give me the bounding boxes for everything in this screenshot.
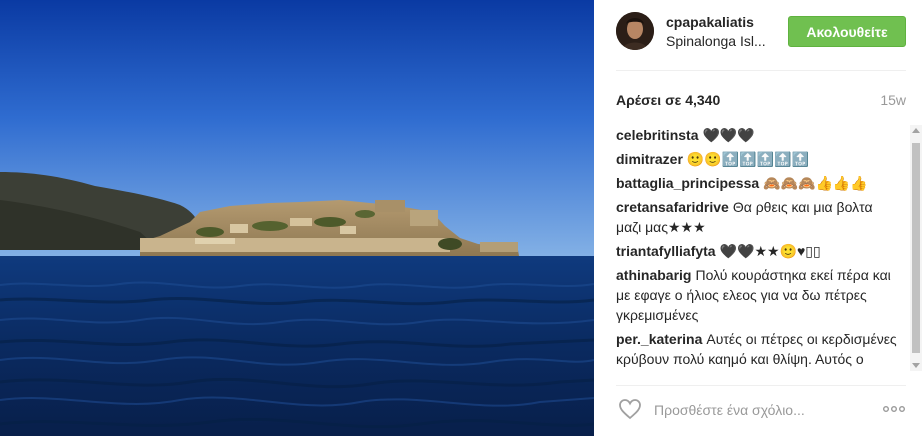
more-options-button[interactable] (882, 402, 906, 414)
post-photo[interactable] (0, 0, 594, 436)
comment-user[interactable]: celebritinsta (616, 127, 698, 143)
comment-item: battaglia_principessa 🙈🙈🙈👍👍👍 (616, 173, 900, 193)
comment-user[interactable]: battaglia_principessa (616, 175, 759, 191)
comment-item: triantafylliafyta 🖤🖤★★🙂♥▯▯ (616, 241, 900, 261)
comment-text: 🖤🖤🖤 (702, 127, 755, 143)
post-location[interactable]: Spinalonga Isl... (666, 33, 766, 49)
likes-count[interactable]: Αρέσει σε 4,340 (616, 92, 720, 108)
composer-divider (616, 385, 906, 386)
following-button[interactable]: Ακολουθείτε (788, 16, 906, 47)
instagram-post-modal: cpapakaliatis Spinalonga Isl... Ακολουθε… (0, 0, 922, 436)
comment-item: celebritinsta 🖤🖤🖤 (616, 125, 900, 145)
comment-user[interactable]: per._katerina (616, 331, 702, 347)
comment-user[interactable]: cretansafaridrive (616, 199, 729, 215)
author-username[interactable]: cpapakaliatis (666, 14, 754, 30)
spinalonga-island-image (0, 0, 594, 436)
comment-item: athinabarig Πολύ κουράστηκα εκεί πέρα και… (616, 265, 900, 325)
comment-text: 🖤🖤★★🙂♥▯▯ (719, 243, 821, 259)
comment-user[interactable]: dimitrazer (616, 151, 683, 167)
comment-item: dimitrazer 🙂🙂🔝🔝🔝🔝🔝 (616, 149, 900, 169)
comment-text: 🙈🙈🙈👍👍👍 (763, 175, 868, 191)
author-avatar[interactable] (616, 12, 654, 50)
heart-outline-icon (619, 399, 641, 420)
comments-list: celebritinsta 🖤🖤🖤 dimitrazer 🙂🙂🔝🔝🔝🔝🔝 batta… (616, 125, 900, 371)
scroll-down-arrow-icon[interactable] (912, 363, 920, 368)
add-comment-input[interactable] (652, 396, 866, 424)
post-side-panel: cpapakaliatis Spinalonga Isl... Ακολουθε… (594, 0, 922, 436)
comment-item: cretansafaridrive Θα ρθεις και μια βολτα … (616, 197, 900, 237)
header-divider (616, 70, 906, 71)
comment-user[interactable]: triantafylliafyta (616, 243, 716, 259)
post-time[interactable]: 15w (880, 92, 906, 108)
more-options-icon (883, 406, 906, 412)
comment-text: 🙂🙂🔝🔝🔝🔝🔝 (686, 151, 809, 167)
comments-scrollbar[interactable] (910, 125, 922, 371)
post-header: cpapakaliatis Spinalonga Isl... Ακολουθε… (594, 0, 922, 70)
avatar-portrait-icon (616, 12, 654, 50)
like-button[interactable] (618, 398, 642, 420)
comment-user[interactable]: athinabarig (616, 267, 691, 283)
scrollbar-thumb[interactable] (912, 143, 920, 353)
scroll-up-arrow-icon[interactable] (912, 128, 920, 133)
comment-item: per._katerina Αυτές οι πέτρες οι κερδισμέ… (616, 329, 900, 371)
